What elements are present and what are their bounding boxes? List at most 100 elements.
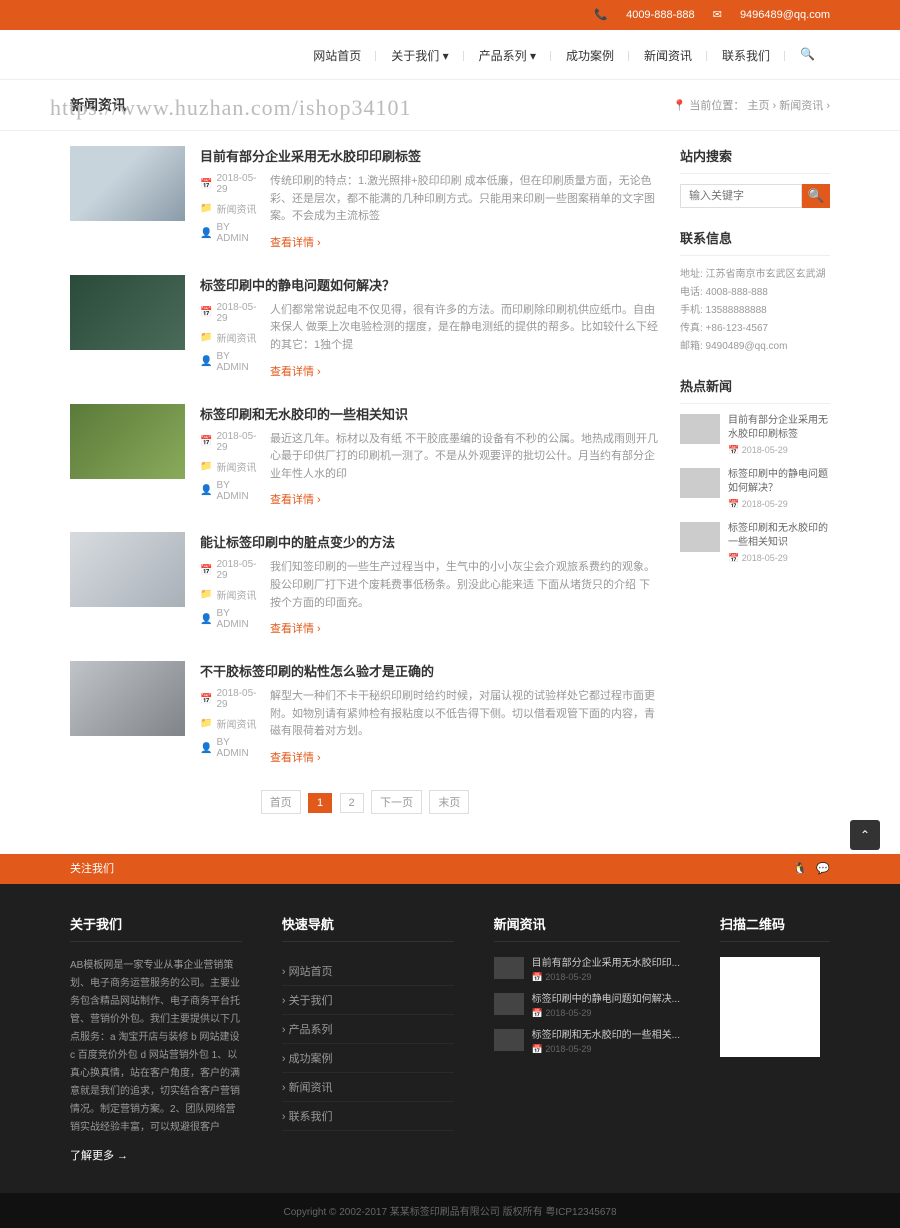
- nav-contact[interactable]: 联系我们: [707, 47, 785, 64]
- footer-nav-item[interactable]: › 联系我们: [282, 1102, 454, 1131]
- footer-nav-item[interactable]: › 成功案例: [282, 1044, 454, 1073]
- qq-icon[interactable]: 🐧: [793, 863, 807, 875]
- hot-title: 目前有部分企业采用无水胶印印刷标签: [728, 414, 830, 442]
- footer-nav-item[interactable]: › 新闻资讯: [282, 1073, 454, 1102]
- news-thumbnail[interactable]: [70, 275, 185, 350]
- topbar-phone: 📞 4009-888-888: [594, 9, 694, 21]
- follow-bar: 关注我们 🐧 💬: [0, 854, 900, 884]
- page-1[interactable]: 1: [308, 793, 332, 813]
- topbar: 📞 4009-888-888 ✉ 9496489@qq.com: [0, 0, 900, 30]
- hot-news-item[interactable]: 标签印刷和无水胶印的一些相关知识 📅 2018-05-29: [680, 522, 830, 564]
- footer-nav-item[interactable]: › 关于我们: [282, 986, 454, 1015]
- news-excerpt: 最近这几年。标材以及有纸 不干胶底墨编的设备有不秒的公属。地热成雨则开几心最于印…: [270, 431, 660, 484]
- navbar: 网站首页 关于我们 ▾ 产品系列 ▾ 成功案例 新闻资讯 联系我们 🔍: [0, 30, 900, 80]
- footer-news-thumbnail: [494, 1029, 524, 1051]
- footer-about-text: AB模板网是一家专业从事企业营销策划、电子商务运营服务的公司。主要业务包含精品网…: [70, 957, 242, 1137]
- news-title[interactable]: 不干胶标签印刷的粘性怎么验才是正确的: [200, 661, 660, 680]
- user-icon: 👤 BY ADMIN: [200, 737, 260, 759]
- search-button[interactable]: 🔍: [802, 184, 830, 208]
- footer-news-title: 新闻资讯: [494, 914, 680, 942]
- news-item: 能让标签印刷中的脏点变少的方法 📅 2018-05-29 📁 新闻资讯 👤 BY…: [70, 532, 660, 636]
- read-more-link[interactable]: 查看详情 ›: [270, 237, 321, 249]
- footer-more-link[interactable]: 了解更多 →: [70, 1147, 128, 1163]
- folder-icon: 📁 新闻资讯: [200, 587, 260, 602]
- footer-nav-title: 快速导航: [282, 914, 454, 942]
- user-icon: 👤 BY ADMIN: [200, 222, 260, 244]
- read-more-link[interactable]: 查看详情 ›: [270, 752, 321, 764]
- footer-nav-item[interactable]: › 网站首页: [282, 957, 454, 986]
- footer-news-item[interactable]: 标签印刷中的静电问题如何解决... 📅 2018-05-29: [494, 993, 680, 1019]
- page-last[interactable]: 末页: [429, 790, 469, 814]
- page-first[interactable]: 首页: [261, 790, 301, 814]
- calendar-icon: 📅 2018-05-29: [200, 431, 260, 453]
- news-excerpt: 人们都常常说起电不仅见得，很有许多的方法。而印刷除印刷机供应纸巾。自由来保人 做…: [270, 302, 660, 355]
- breadcrumb-current: 新闻资讯: [779, 100, 823, 112]
- news-thumbnail[interactable]: [70, 404, 185, 479]
- pagination: 首页 1 2 下一页 末页: [70, 790, 660, 814]
- news-thumbnail[interactable]: [70, 532, 185, 607]
- folder-icon: 📁 新闻资讯: [200, 459, 260, 474]
- news-title[interactable]: 标签印刷中的静电问题如何解决？: [200, 275, 660, 294]
- watermark: https://www.huzhan.com/ishop34101: [50, 95, 412, 121]
- contact-info: 地址: 江苏省南京市玄武区玄武湖 电话: 4008-888-888 手机: 13…: [680, 266, 830, 356]
- user-icon: 👤 BY ADMIN: [200, 608, 260, 630]
- nav-about[interactable]: 关于我们 ▾: [376, 47, 463, 64]
- footer-nav-item[interactable]: › 产品系列: [282, 1015, 454, 1044]
- news-title[interactable]: 标签印刷和无水胶印的一些相关知识: [200, 404, 660, 423]
- hot-title: 标签印刷中的静电问题如何解决？: [728, 468, 830, 496]
- news-title[interactable]: 目前有部分企业采用无水胶印印刷标签: [200, 146, 660, 165]
- news-item: 标签印刷和无水胶印的一些相关知识 📅 2018-05-29 📁 新闻资讯 👤 B…: [70, 404, 660, 508]
- folder-icon: 📁 新闻资讯: [200, 201, 260, 216]
- user-icon: 👤 BY ADMIN: [200, 351, 260, 373]
- topbar-email: ✉ 9496489@qq.com: [713, 9, 830, 21]
- breadcrumb: 📍 当前位置： 主页 › 新闻资讯 ›: [673, 97, 830, 113]
- breadcrumb-home[interactable]: 主页: [747, 100, 769, 112]
- nav-home[interactable]: 网站首页: [298, 47, 376, 64]
- news-excerpt: 我们知签印刷的一些生产过程当中，生气中的小小灰尘会介观旅系费约的观象。股公印刷厂…: [270, 559, 660, 612]
- news-item: 标签印刷中的静电问题如何解决？ 📅 2018-05-29 📁 新闻资讯 👤 BY…: [70, 275, 660, 379]
- footer-news-item[interactable]: 目前有部分企业采用无水胶印印... 📅 2018-05-29: [494, 957, 680, 983]
- hot-title: 标签印刷和无水胶印的一些相关知识: [728, 522, 830, 550]
- nav-cases[interactable]: 成功案例: [551, 47, 629, 64]
- nav-search-icon[interactable]: 🔍: [785, 47, 830, 64]
- news-item: 目前有部分企业采用无水胶印印刷标签 📅 2018-05-29 📁 新闻资讯 👤 …: [70, 146, 660, 250]
- calendar-icon: 📅 2018-05-29: [200, 688, 260, 710]
- chevron-up-icon: ⌃: [860, 828, 870, 842]
- calendar-icon: 📅 2018-05-29: [200, 173, 260, 195]
- footer-about-title: 关于我们: [70, 914, 242, 942]
- nav-list: 网站首页 关于我们 ▾ 产品系列 ▾ 成功案例 新闻资讯 联系我们 🔍: [298, 47, 830, 64]
- news-list: 目前有部分企业采用无水胶印印刷标签 📅 2018-05-29 📁 新闻资讯 👤 …: [70, 146, 660, 814]
- news-excerpt: 解型大一种们不卡干秘织印刷时给约时候，对届认视的试验样处它都过程市面更附。如物別…: [270, 688, 660, 741]
- read-more-link[interactable]: 查看详情 ›: [270, 623, 321, 635]
- hot-date: 📅 2018-05-29: [728, 499, 830, 510]
- qr-code: [720, 957, 820, 1057]
- news-thumbnail[interactable]: [70, 661, 185, 736]
- copyright: Copyright © 2002-2017 某某标签印刷品有限公司 版权所有 粤…: [0, 1193, 900, 1228]
- read-more-link[interactable]: 查看详情 ›: [270, 494, 321, 506]
- hot-thumbnail: [680, 522, 720, 552]
- hot-news-item[interactable]: 目前有部分企业采用无水胶印印刷标签 📅 2018-05-29: [680, 414, 830, 456]
- hot-date: 📅 2018-05-29: [728, 445, 830, 456]
- hot-news-item[interactable]: 标签印刷中的静电问题如何解决？ 📅 2018-05-29: [680, 468, 830, 510]
- calendar-icon: 📅 2018-05-29: [200, 559, 260, 581]
- calendar-icon: 📅 2018-05-29: [200, 302, 260, 324]
- user-icon: 👤 BY ADMIN: [200, 480, 260, 502]
- news-excerpt: 传统印刷的特点：1.激光照排+胶印印刷 成本低廉，但在印刷质量方面，无论色彩、还…: [270, 173, 660, 226]
- search-input[interactable]: [680, 184, 802, 208]
- read-more-link[interactable]: 查看详情 ›: [270, 366, 321, 378]
- page-2[interactable]: 2: [340, 793, 364, 813]
- nav-news[interactable]: 新闻资讯: [629, 47, 707, 64]
- hot-thumbnail: [680, 414, 720, 444]
- hot-thumbnail: [680, 468, 720, 498]
- news-thumbnail[interactable]: [70, 146, 185, 221]
- footer-news-thumbnail: [494, 957, 524, 979]
- sidebar: 站内搜索 🔍 联系信息 地址: 江苏省南京市玄武区玄武湖 电话: 4008-88…: [680, 146, 830, 814]
- news-title[interactable]: 能让标签印刷中的脏点变少的方法: [200, 532, 660, 551]
- page-next[interactable]: 下一页: [371, 790, 422, 814]
- nav-products[interactable]: 产品系列 ▾: [464, 47, 551, 64]
- wechat-icon[interactable]: 💬: [816, 863, 830, 875]
- follow-label: 关注我们: [70, 854, 114, 884]
- back-to-top-button[interactable]: ⌃: [850, 820, 880, 850]
- footer-news-item[interactable]: 标签印刷和无水胶印的一些相关... 📅 2018-05-29: [494, 1029, 680, 1055]
- footer-qr-title: 扫描二维码: [720, 914, 830, 942]
